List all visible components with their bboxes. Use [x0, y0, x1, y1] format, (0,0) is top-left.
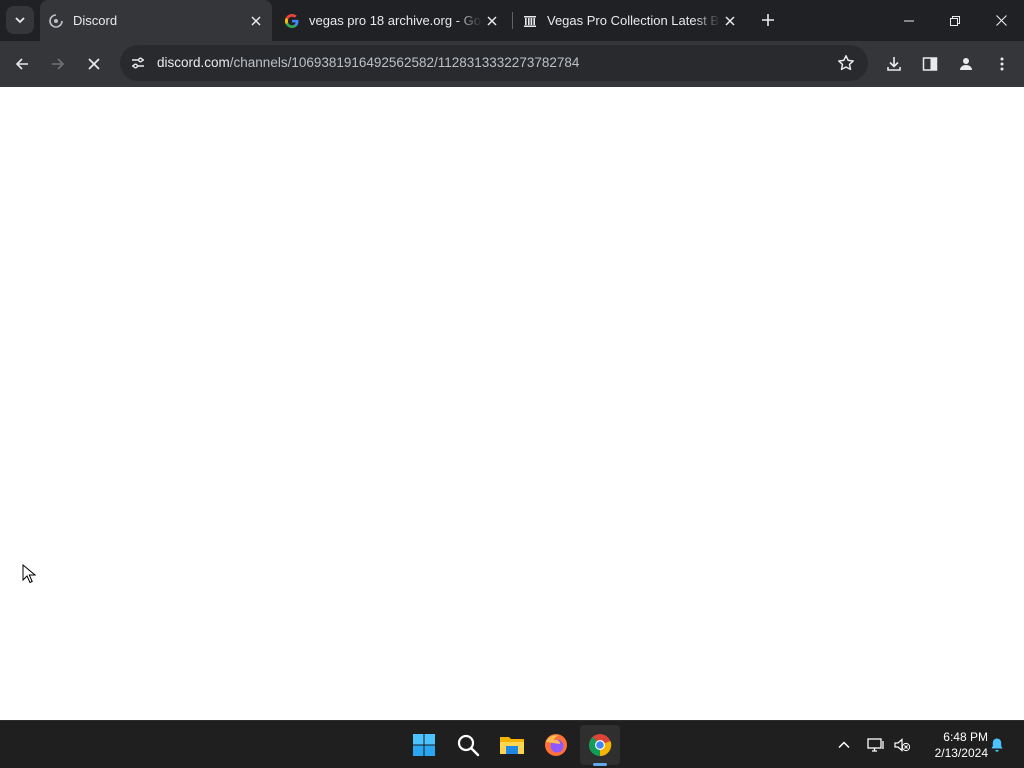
- tab-title: vegas pro 18 archive.org - Google Search: [309, 13, 482, 28]
- close-icon[interactable]: [482, 11, 502, 31]
- plus-icon: [762, 14, 774, 26]
- restore-button[interactable]: [932, 0, 978, 41]
- minimize-icon: [904, 20, 914, 21]
- back-button[interactable]: [8, 50, 36, 78]
- tab-discord[interactable]: Discord: [40, 0, 272, 41]
- chevron-up-icon[interactable]: [832, 733, 856, 757]
- more-vertical-icon: [1000, 57, 1004, 71]
- download-icon: [887, 57, 901, 71]
- windows-start-icon[interactable]: [404, 725, 444, 765]
- tab-google-search[interactable]: vegas pro 18 archive.org - Google Search: [276, 0, 508, 41]
- browser-toolbar: discord.com/channels/1069381916492562582…: [0, 41, 1024, 87]
- notification-bell-icon[interactable]: [985, 733, 1009, 757]
- close-icon: [88, 58, 100, 70]
- search-icon[interactable]: [448, 725, 488, 765]
- clock-time: 6:48 PM: [943, 730, 988, 744]
- tab-separator: [512, 12, 513, 29]
- tab-title: Discord: [73, 13, 118, 28]
- archive-org-icon: [522, 13, 538, 29]
- site-info-icon[interactable]: [128, 53, 148, 73]
- close-icon[interactable]: [246, 11, 266, 31]
- taskbar: 6:48 PM 2/13/2024: [0, 720, 1024, 768]
- network-icon[interactable]: [864, 733, 888, 757]
- url-host: discord.com: [157, 55, 230, 70]
- close-window-button[interactable]: [978, 0, 1024, 41]
- file-explorer-icon[interactable]: [492, 725, 532, 765]
- clock-date: 2/13/2024: [934, 746, 988, 760]
- tab-strip: Discord vegas pro 18 archive.org - Googl…: [0, 0, 1024, 41]
- restore-icon: [950, 15, 960, 26]
- mouse-cursor-icon: [22, 563, 37, 589]
- new-tab-button[interactable]: [756, 8, 780, 32]
- stop-loading-button[interactable]: [80, 50, 108, 78]
- active-app-indicator: [593, 763, 607, 766]
- tab-title: Vegas Pro Collection Latest Build: [547, 13, 720, 28]
- arrow-left-icon: [15, 58, 28, 70]
- volume-muted-icon[interactable]: [890, 733, 914, 757]
- tab-vegas-pro-collection[interactable]: Vegas Pro Collection Latest Build: [514, 0, 746, 41]
- bookmark-star-icon[interactable]: [836, 53, 856, 73]
- profile-icon: [960, 58, 972, 70]
- address-bar[interactable]: discord.com/channels/1069381916492562582…: [120, 45, 868, 81]
- close-icon[interactable]: [720, 11, 740, 31]
- url-path: /channels/1069381916492562582/1128313332…: [229, 55, 580, 70]
- arrow-right-icon: [52, 58, 65, 70]
- google-icon: [284, 13, 300, 29]
- url-text[interactable]: discord.com/channels/1069381916492562582…: [157, 55, 579, 70]
- chrome-icon[interactable]: [580, 725, 620, 765]
- side-panel-button[interactable]: [916, 50, 944, 78]
- discord-icon: [48, 13, 64, 29]
- minimize-button[interactable]: [886, 0, 932, 41]
- chevron-down-icon: [15, 17, 25, 24]
- system-clock[interactable]: 6:48 PM 2/13/2024: [918, 729, 988, 761]
- menu-button[interactable]: [988, 50, 1016, 78]
- close-icon: [995, 15, 1007, 26]
- side-panel-icon: [922, 57, 938, 71]
- page-content: [0, 87, 1024, 720]
- firefox-icon[interactable]: [536, 725, 576, 765]
- downloads-button[interactable]: [880, 50, 908, 78]
- forward-button[interactable]: [44, 50, 72, 78]
- profile-button[interactable]: [952, 50, 980, 78]
- tab-search-button[interactable]: [6, 6, 34, 34]
